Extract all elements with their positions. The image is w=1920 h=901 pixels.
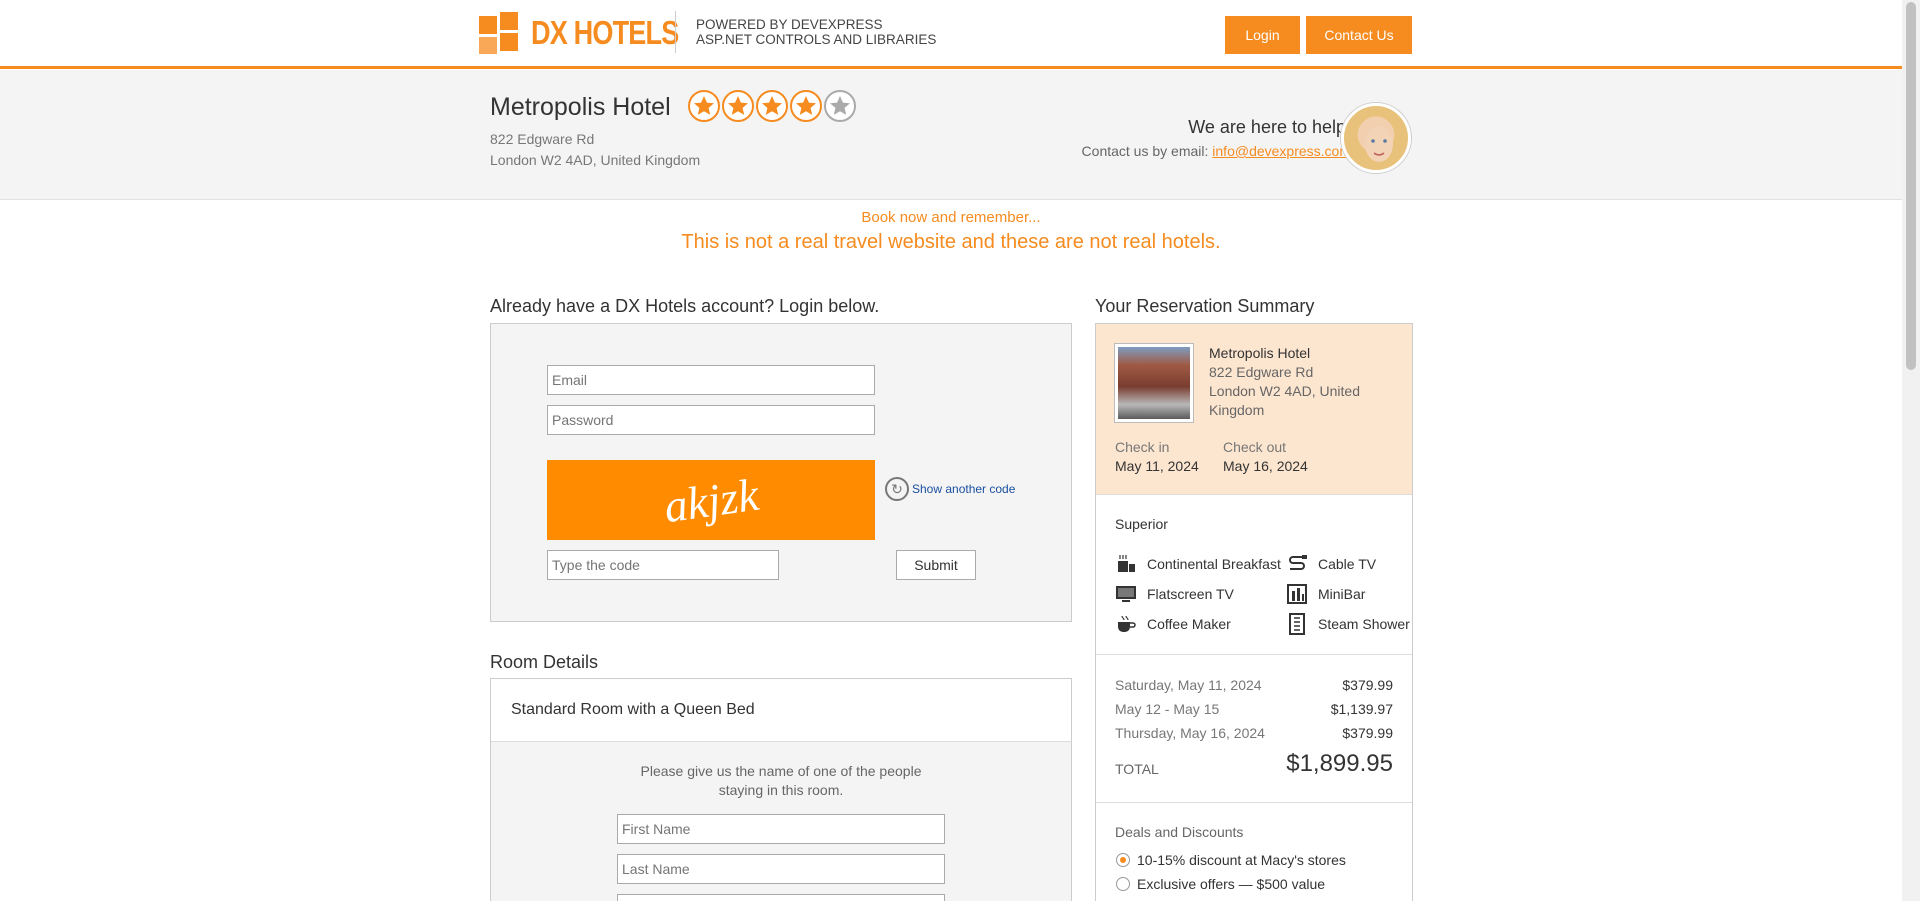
total-label: TOTAL — [1115, 761, 1159, 777]
summary-divider — [1096, 802, 1412, 803]
contact-email-prefix: Contact us by email: — [1081, 143, 1213, 159]
hotel-photo — [1114, 343, 1194, 423]
amenity-label: Continental Breakfast — [1147, 556, 1281, 572]
deal-label: 10-15% discount at Macy's stores — [1137, 852, 1346, 868]
cable-icon — [1286, 553, 1308, 575]
amenity-item: Coffee Maker — [1115, 613, 1231, 635]
captcha-image: akjzk — [547, 460, 875, 540]
reservation-summary-box: Metropolis Hotel 822 Edgware Rd London W… — [1095, 323, 1413, 901]
deal-option[interactable]: 10-15% discount at Macy's stores — [1116, 852, 1346, 868]
contact-email-link[interactable]: info@devexpress.com — [1212, 143, 1351, 159]
support-avatar — [1341, 103, 1411, 173]
show-another-code-link[interactable]: ↻ Show another code — [885, 477, 1015, 501]
summary-hotel-panel: Metropolis Hotel 822 Edgware Rd London W… — [1096, 324, 1412, 495]
total-value: $1,899.95 — [1286, 750, 1393, 777]
summary-hotel-address1: 822 Edgware Rd — [1209, 364, 1314, 380]
amenity-item: MiniBar — [1286, 583, 1365, 605]
checkin-date: May 11, 2024 — [1115, 458, 1199, 474]
login-button[interactable]: Login — [1225, 16, 1300, 54]
amenity-label: Flatscreen TV — [1147, 586, 1234, 602]
contact-us-button[interactable]: Contact Us — [1306, 16, 1412, 54]
room-details-title: Room Details — [490, 652, 599, 672]
additional-field[interactable] — [617, 894, 945, 901]
dx-hotels-logo[interactable]: DX HOTELS — [479, 12, 711, 54]
price-row-value: $379.99 — [1342, 725, 1393, 741]
star-filled-icon — [722, 90, 754, 122]
login-section-title: Already have a DX Hotels account? Login … — [490, 296, 880, 316]
logo-text: DX HOTELS — [531, 14, 679, 51]
summary-hotel-name: Metropolis Hotel — [1209, 345, 1311, 361]
captcha-text: akjzk — [660, 468, 762, 532]
submit-button[interactable]: Submit — [896, 550, 976, 580]
show-another-code-label: Show another code — [912, 482, 1016, 496]
star-filled-icon — [790, 90, 822, 122]
hotel-info-band — [0, 70, 1902, 200]
deal-option[interactable]: Exclusive offers — $500 value — [1116, 876, 1325, 892]
refresh-icon: ↻ — [885, 477, 909, 501]
deal-radio[interactable] — [1116, 877, 1130, 891]
powered-by-text: POWERED BY DEVEXPRESS ASP.NET CONTROLS A… — [696, 17, 936, 47]
star-filled-icon — [756, 90, 788, 122]
amenity-label: Coffee Maker — [1147, 616, 1231, 632]
email-field[interactable] — [547, 365, 875, 395]
amenity-item: Continental Breakfast — [1115, 553, 1281, 575]
checkout-label: Check out — [1223, 439, 1287, 455]
checkout-date: May 16, 2024 — [1223, 458, 1308, 474]
amenity-label: Cable TV — [1318, 556, 1377, 572]
notice-line-1: Book now and remember... — [861, 209, 1041, 226]
coffee-icon — [1115, 613, 1137, 635]
powered-line-2: ASP.NET CONTROLS AND LIBRARIES — [696, 32, 937, 47]
notice-line-2: This is not a real travel website and th… — [681, 231, 1221, 253]
powered-line-1: POWERED BY DEVEXPRESS — [696, 17, 883, 32]
reservation-summary-title: Your Reservation Summary — [1095, 296, 1315, 316]
star-rating — [688, 90, 856, 122]
amenity-label: Steam Shower — [1318, 616, 1410, 632]
amenity-item: Steam Shower — [1286, 613, 1410, 635]
hotel-address-line1: 822 Edgware Rd — [490, 131, 595, 147]
hotel-name: Metropolis Hotel — [490, 93, 671, 121]
price-row-value: $1,139.97 — [1330, 701, 1393, 717]
first-name-field[interactable] — [617, 814, 945, 844]
deal-label: Exclusive offers — $500 value — [1137, 876, 1326, 892]
top-bar: DX HOTELS POWERED BY DEVEXPRESS ASP.NET … — [0, 0, 1902, 69]
price-row-value: $379.99 — [1342, 677, 1393, 693]
room-instructions: Please give us the name of one of the pe… — [491, 762, 1071, 800]
deals-title: Deals and Discounts — [1115, 824, 1244, 840]
help-title: We are here to help. — [1188, 117, 1351, 137]
page-scrollbar[interactable] — [1902, 0, 1920, 901]
amenity-item: Flatscreen TV — [1115, 583, 1234, 605]
captcha-code-field[interactable] — [547, 550, 779, 580]
star-empty-icon — [824, 90, 856, 122]
header-divider — [675, 11, 676, 53]
shower-icon — [1286, 613, 1308, 635]
minibar-icon — [1286, 583, 1308, 605]
hotel-address-line2: London W2 4AD, United Kingdom — [490, 152, 701, 168]
tv-icon — [1115, 583, 1137, 605]
price-row-label: Thursday, May 16, 2024 — [1115, 725, 1265, 741]
scrollbar-thumb[interactable] — [1906, 2, 1916, 370]
room-name: Standard Room with a Queen Bed — [491, 679, 1071, 742]
logo-grid-icon — [479, 12, 521, 54]
amenity-label: MiniBar — [1318, 586, 1366, 602]
room-instructions-text: Please give us the name of one of the pe… — [640, 763, 922, 798]
summary-divider — [1096, 654, 1412, 655]
deal-radio-selected[interactable] — [1116, 853, 1130, 867]
summary-hotel-address2: London W2 4AD, United Kingdom — [1209, 383, 1360, 418]
price-row-label: Saturday, May 11, 2024 — [1115, 677, 1262, 693]
amenity-item: Cable TV — [1286, 553, 1376, 575]
summary-hotel-info: Metropolis Hotel 822 Edgware Rd London W… — [1209, 344, 1399, 420]
password-field[interactable] — [547, 405, 875, 435]
room-type: Superior — [1115, 516, 1168, 532]
star-filled-icon — [688, 90, 720, 122]
contact-email-line: Contact us by email: info@devexpress.com — [1082, 143, 1351, 159]
last-name-field[interactable] — [617, 854, 945, 884]
price-row-label: May 12 - May 15 — [1115, 701, 1220, 717]
checkin-label: Check in — [1115, 439, 1170, 455]
breakfast-icon — [1115, 553, 1137, 575]
